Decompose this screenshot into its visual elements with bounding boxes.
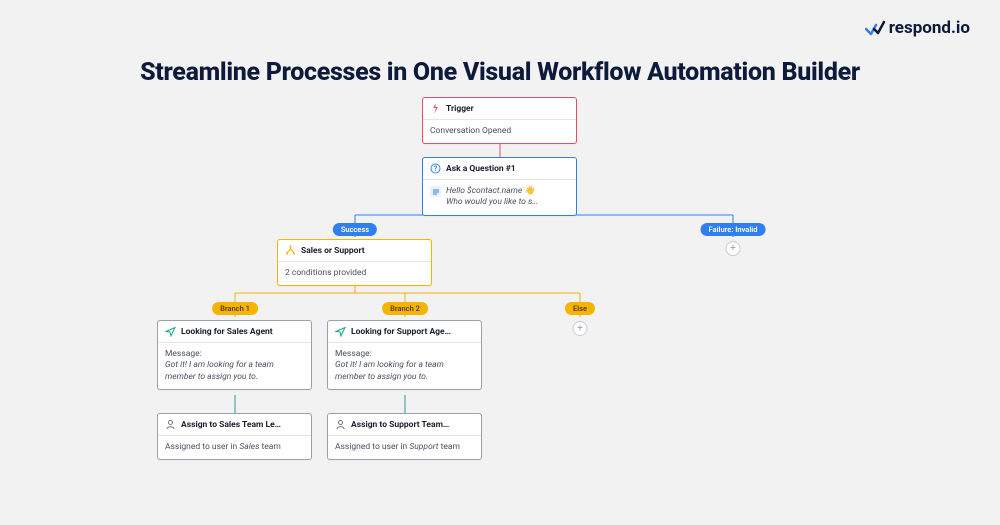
brand-logo: respond.io: [865, 18, 970, 38]
node-assign-sales[interactable]: Assign to Sales Team Le… Assigned to use…: [157, 413, 312, 460]
node-body: Conversation Opened: [430, 126, 569, 137]
branch-label-b1: Branch 1: [212, 302, 258, 315]
send-icon: [335, 326, 346, 337]
node-title: Assign to Sales Team Le…: [181, 420, 281, 430]
node-send-message-support[interactable]: Looking for Support Age… Message: Got it…: [327, 320, 482, 390]
node-title: Sales or Support: [301, 246, 365, 256]
node-body: Hello $contact.name 👋Who would you like …: [446, 186, 569, 209]
node-title: Assign to Support Team…: [351, 420, 449, 430]
assign-icon: [165, 419, 176, 430]
node-body: 2 conditions provided: [285, 268, 424, 279]
workflow-canvas: Trigger Conversation Opened ? Ask a Ques…: [0, 95, 1000, 525]
node-title: Looking for Sales Agent: [181, 327, 273, 337]
branch-label-failure: Failure: Invalid: [701, 223, 766, 236]
branch-label-b2: Branch 2: [382, 302, 428, 315]
node-assign-support[interactable]: Assign to Support Team… Assigned to user…: [327, 413, 482, 460]
node-question[interactable]: ? Ask a Question #1 Hello $contact.name …: [422, 157, 577, 216]
trigger-icon: [430, 103, 441, 114]
node-body: Message: Got it! I am looking for a team…: [335, 349, 474, 383]
add-step-button[interactable]: +: [726, 241, 741, 256]
branch-icon: [285, 245, 296, 256]
node-body: Message: Got it! I am looking for a team…: [165, 349, 304, 383]
page-title: Streamline Processes in One Visual Workf…: [0, 58, 1000, 87]
branch-label-success: Success: [333, 223, 377, 236]
brand-name: respond.io: [889, 18, 970, 38]
node-send-message-sales[interactable]: Looking for Sales Agent Message: Got it!…: [157, 320, 312, 390]
node-title: Trigger: [446, 104, 474, 114]
node-branch[interactable]: Sales or Support 2 conditions provided: [277, 239, 432, 286]
branch-label-else: Else: [565, 302, 595, 315]
message-icon: [430, 186, 441, 197]
brand-mark-icon: [865, 20, 885, 36]
assign-icon: [335, 419, 346, 430]
send-icon: [165, 326, 176, 337]
node-body: Assigned to user in Support team: [335, 442, 474, 453]
node-title: Looking for Support Age…: [351, 327, 451, 337]
add-step-button[interactable]: +: [573, 321, 588, 336]
node-title: Ask a Question #1: [446, 164, 516, 174]
svg-text:?: ?: [434, 165, 438, 173]
node-body: Assigned to user in Sales team: [165, 442, 304, 453]
node-trigger[interactable]: Trigger Conversation Opened: [422, 97, 577, 144]
question-icon: ?: [430, 163, 441, 174]
